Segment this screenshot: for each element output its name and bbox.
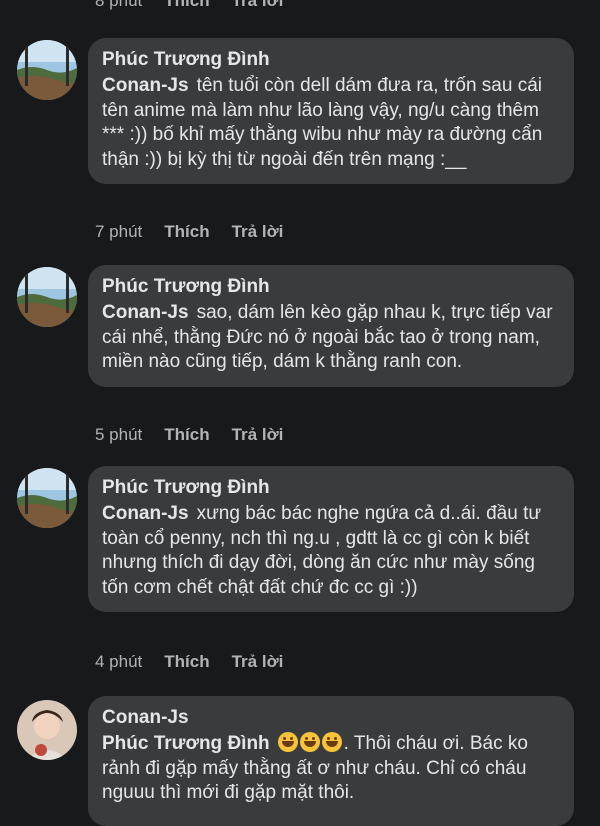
person-avatar-image: [17, 700, 77, 760]
comment-actions: 7 phút Thích Trả lời: [95, 222, 283, 242]
comment-text: Phúc Trương Đình. Thôi cháu ơi. Bác ko r…: [102, 732, 560, 806]
mention-tag[interactable]: Conan-Js: [102, 75, 189, 96]
comment-actions: 4 phút Thích Trả lời: [95, 652, 283, 672]
reply-button[interactable]: Trả lời: [232, 222, 284, 242]
reply-button[interactable]: Trả lời: [232, 425, 284, 445]
mention-tag[interactable]: Phúc Trương Đình: [102, 733, 270, 754]
grinning-face-emoji: [277, 732, 298, 752]
grinning-face-emoji: [321, 732, 342, 752]
mention-tag[interactable]: Conan-Js: [102, 503, 189, 524]
like-button[interactable]: Thích: [164, 425, 209, 445]
avatar[interactable]: [17, 267, 77, 327]
comment-text: Conan-Js tên tuổi còn dell dám đưa ra, tr…: [102, 74, 560, 172]
like-button[interactable]: Thích: [164, 652, 209, 672]
comment-bubble: Phúc Trương Đình Conan-Js xưng bác bác ng…: [88, 466, 574, 612]
comment-author[interactable]: Phúc Trương Đình: [102, 275, 560, 299]
avatar[interactable]: [17, 700, 77, 760]
comment-time[interactable]: 5 phút: [95, 425, 142, 445]
grinning-face-emoji: [299, 732, 320, 752]
comment-bubble: Phúc Trương Đình Conan-Js tên tuổi còn de…: [88, 38, 574, 184]
landscape-avatar-image: [17, 267, 77, 327]
comment-text: Conan-Js xưng bác bác nghe ngứa cả d..ái.…: [102, 502, 560, 600]
landscape-avatar-image: [17, 468, 77, 528]
avatar[interactable]: [17, 468, 77, 528]
previous-comment-actions: 8 phút Thích Trả lời: [95, 0, 283, 11]
comment-time[interactable]: 7 phút: [95, 222, 142, 242]
comment-time[interactable]: 4 phút: [95, 652, 142, 672]
reply-button[interactable]: Trả lời: [232, 0, 284, 11]
like-button[interactable]: Thích: [164, 0, 209, 11]
comment-actions: 5 phút Thích Trả lời: [95, 425, 283, 445]
comment-time: 8 phút: [95, 0, 143, 10]
reply-button[interactable]: Trả lời: [232, 652, 284, 672]
comment-author[interactable]: Conan-Js: [102, 706, 560, 730]
like-button[interactable]: Thích: [164, 222, 209, 242]
comment-author[interactable]: Phúc Trương Đình: [102, 48, 560, 72]
landscape-avatar-image: [17, 40, 77, 100]
comment-text: Conan-Js sao, dám lên kèo gặp nhau k, trự…: [102, 301, 560, 375]
avatar[interactable]: [17, 40, 77, 100]
comment-author[interactable]: Phúc Trương Đình: [102, 476, 560, 500]
comment-bubble: Phúc Trương Đình Conan-Js sao, dám lên kè…: [88, 265, 574, 387]
comment-bubble: Conan-Js Phúc Trương Đình. Thôi cháu ơi.…: [88, 696, 574, 826]
mention-tag[interactable]: Conan-Js: [102, 302, 189, 323]
